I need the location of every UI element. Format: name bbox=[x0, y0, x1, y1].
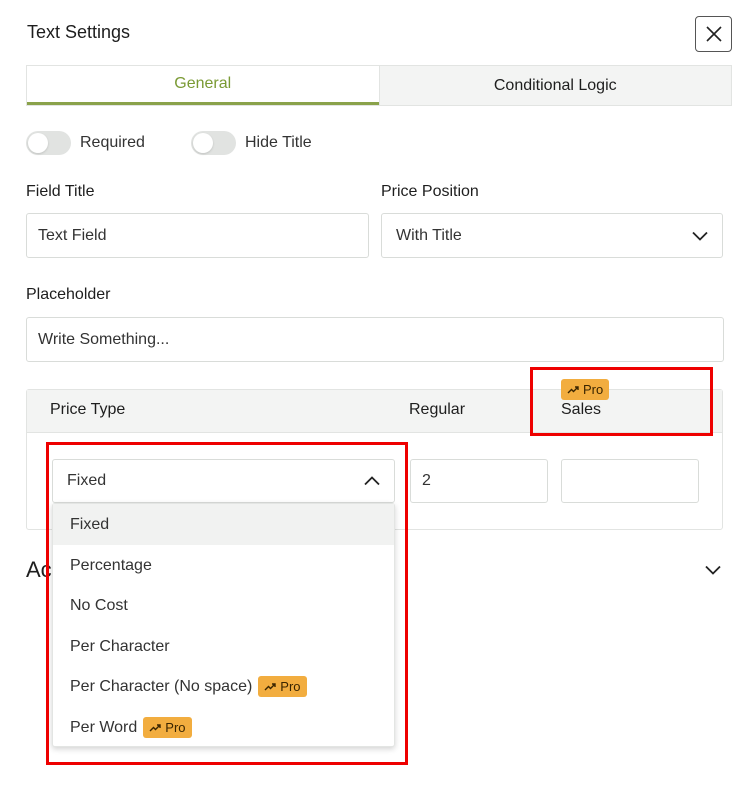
sales-price-input[interactable] bbox=[561, 459, 699, 503]
hide-title-toggle-group: Hide Title bbox=[191, 131, 312, 155]
price-position-label: Price Position bbox=[381, 183, 479, 200]
price-table-header: Price Type Regular Sales bbox=[27, 390, 722, 433]
pro-badge-label: Pro bbox=[165, 720, 186, 735]
dropdown-option-per-character-no-space[interactable]: Per Character (No space) Pro bbox=[53, 666, 394, 707]
price-position-value: With Title bbox=[396, 226, 462, 244]
dialog-title: Text Settings bbox=[27, 22, 131, 42]
trending-up-icon bbox=[149, 724, 161, 732]
option-pro-badge: Pro bbox=[258, 676, 307, 697]
dropdown-option-fixed[interactable]: Fixed bbox=[53, 504, 394, 545]
price-type-header: Price Type bbox=[50, 401, 126, 418]
toggle-knob bbox=[28, 133, 48, 153]
chevron-down-icon[interactable] bbox=[705, 565, 721, 575]
sales-pro-badge: Pro bbox=[561, 379, 610, 400]
dropdown-option-no-cost[interactable]: No Cost bbox=[53, 585, 394, 626]
dropdown-option-per-character[interactable]: Per Character bbox=[53, 626, 394, 667]
required-toggle-group: Required bbox=[26, 131, 145, 155]
required-label: Required bbox=[80, 134, 145, 151]
field-title-input[interactable]: Text Field bbox=[26, 213, 369, 258]
settings-tabs: General Conditional Logic bbox=[26, 65, 732, 106]
placeholder-label: Placeholder bbox=[26, 286, 111, 303]
trending-up-icon bbox=[567, 386, 579, 394]
close-button[interactable] bbox=[695, 16, 732, 52]
hide-title-label: Hide Title bbox=[245, 134, 312, 151]
dropdown-option-per-word[interactable]: Per Word Pro bbox=[53, 707, 394, 748]
option-label: Per Character (No space) bbox=[70, 677, 253, 695]
toggle-knob bbox=[193, 133, 213, 153]
close-icon bbox=[705, 26, 722, 42]
option-label: Per Word bbox=[70, 718, 138, 736]
chevron-up-icon bbox=[364, 476, 380, 486]
option-label: Percentage bbox=[70, 556, 152, 574]
dropdown-option-percentage[interactable]: Percentage bbox=[53, 545, 394, 586]
field-title-label: Field Title bbox=[26, 183, 95, 200]
tab-conditional-logic[interactable]: Conditional Logic bbox=[378, 66, 731, 105]
sales-header: Sales bbox=[561, 401, 602, 418]
placeholder-input[interactable]: Write Something... bbox=[26, 317, 724, 362]
price-type-select[interactable]: Fixed bbox=[52, 459, 395, 503]
price-type-dropdown: Fixed Percentage No Cost Per Character P… bbox=[52, 503, 395, 747]
option-label: Fixed bbox=[70, 515, 110, 533]
price-position-select[interactable]: With Title bbox=[381, 213, 723, 258]
price-type-value: Fixed bbox=[67, 472, 107, 489]
option-label: Per Character bbox=[70, 637, 170, 655]
hide-title-toggle[interactable] bbox=[191, 131, 236, 155]
chevron-down-icon bbox=[692, 231, 708, 241]
trending-up-icon bbox=[264, 683, 276, 691]
option-pro-badge: Pro bbox=[143, 717, 192, 738]
regular-header: Regular bbox=[409, 401, 466, 418]
tab-general[interactable]: General bbox=[27, 66, 379, 105]
pro-badge-label: Pro bbox=[280, 679, 301, 694]
option-label: No Cost bbox=[70, 596, 128, 614]
required-toggle[interactable] bbox=[26, 131, 71, 155]
regular-price-input[interactable]: 2 bbox=[410, 459, 548, 503]
pro-badge-label: Pro bbox=[583, 382, 604, 397]
